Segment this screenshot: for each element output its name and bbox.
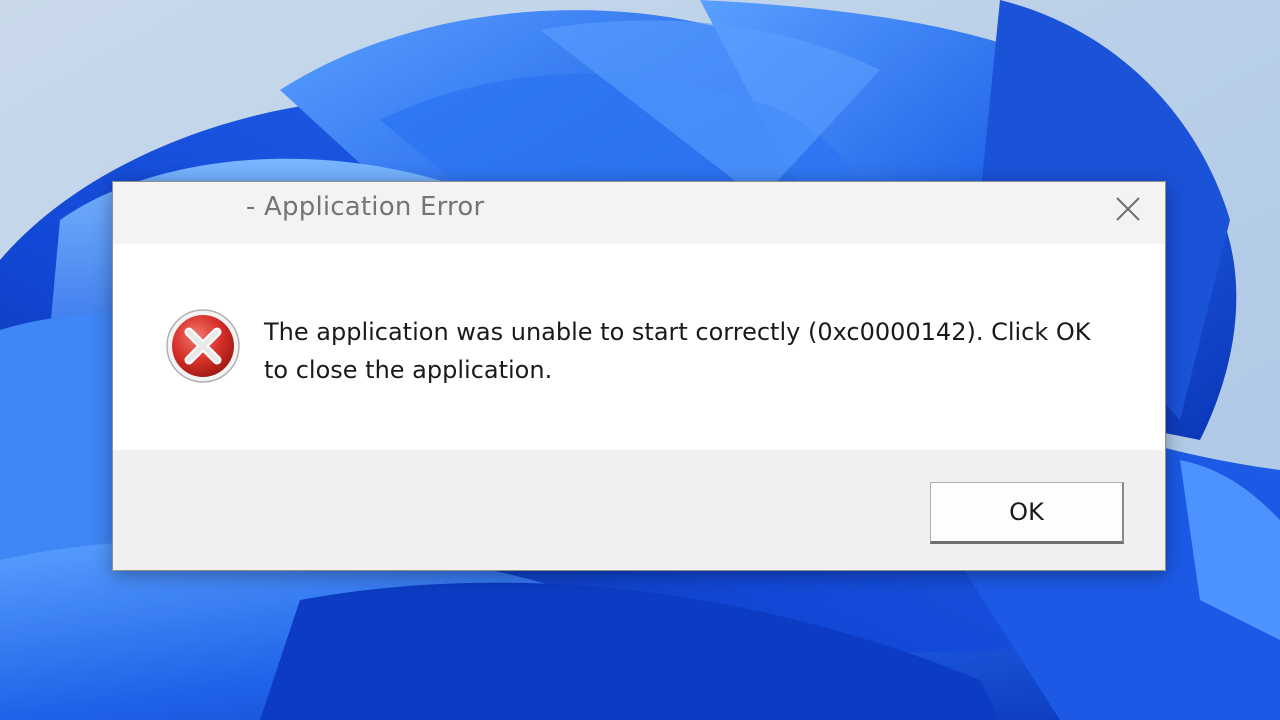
close-icon	[1116, 197, 1140, 221]
close-button[interactable]	[1091, 182, 1165, 236]
application-error-dialog: - Application Error The application was …	[112, 181, 1166, 571]
ok-button[interactable]: OK	[930, 482, 1124, 544]
dialog-title: - Application Error	[246, 192, 485, 222]
dialog-footer: OK	[113, 450, 1165, 570]
error-icon	[166, 309, 240, 383]
error-message: The application was unable to start corr…	[264, 318, 1091, 384]
dialog-titlebar: - Application Error	[113, 182, 1165, 244]
